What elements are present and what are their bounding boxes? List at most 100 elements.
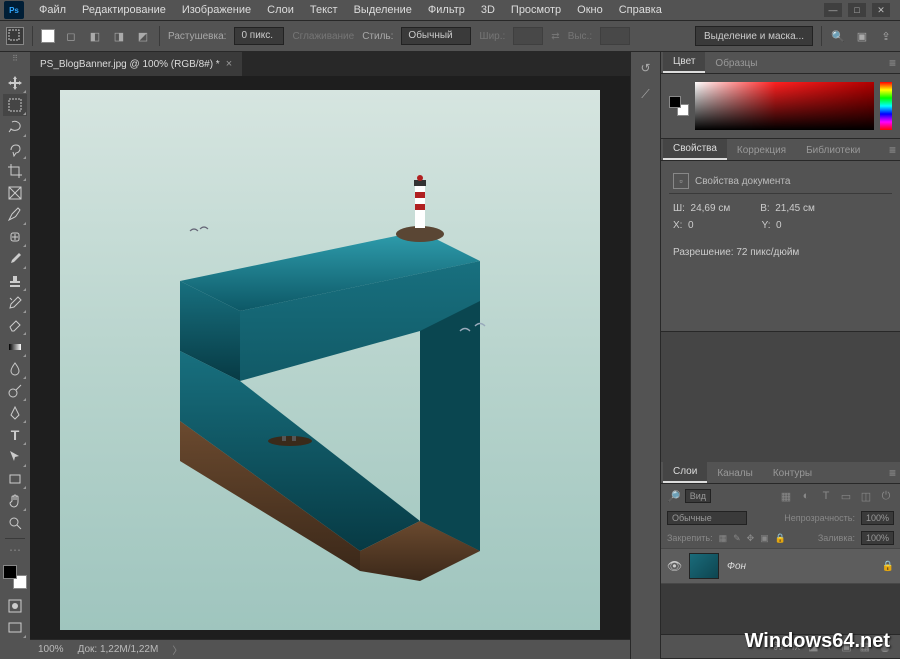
zoom-value[interactable]: 100% xyxy=(38,644,64,655)
filter-toggle-icon[interactable]: ⏻ xyxy=(878,488,894,504)
prop-height-value[interactable]: 21,45 см xyxy=(775,203,815,214)
share-icon[interactable]: ⇪ xyxy=(878,28,894,44)
feather-input[interactable]: 0 пикс. xyxy=(234,27,284,45)
filter-smart-icon[interactable]: ◫ xyxy=(858,488,874,504)
menu-image[interactable]: Изображение xyxy=(175,2,258,18)
close-tab-icon[interactable]: × xyxy=(226,58,232,70)
frame-tool[interactable] xyxy=(3,182,27,204)
intersect-selection-icon[interactable]: ◩ xyxy=(135,28,151,44)
history-panel-icon[interactable]: ↺ xyxy=(634,56,658,80)
menu-layers[interactable]: Слои xyxy=(260,2,301,18)
lock-pixels-icon[interactable]: ▦ xyxy=(719,533,728,544)
quick-select-tool[interactable] xyxy=(3,138,27,160)
eraser-tool[interactable] xyxy=(3,314,27,336)
rectangle-tool[interactable] xyxy=(3,468,27,490)
lock-artboard-icon[interactable]: ▣ xyxy=(760,533,769,544)
menu-view[interactable]: Просмотр xyxy=(504,2,568,18)
marquee-tool[interactable] xyxy=(3,94,27,116)
filter-pixel-icon[interactable]: ▦ xyxy=(778,488,794,504)
style-select[interactable]: Обычный xyxy=(401,27,471,45)
prop-x-value[interactable]: 0 xyxy=(688,220,694,231)
screen-mode-icon[interactable] xyxy=(3,617,27,639)
marquee-fill-icon[interactable] xyxy=(41,29,55,43)
tab-layers[interactable]: Слои xyxy=(663,462,707,483)
brush-presets-icon[interactable]: ⟋ xyxy=(634,82,658,106)
tab-channels[interactable]: Каналы xyxy=(707,464,763,483)
menu-help[interactable]: Справка xyxy=(612,2,669,18)
quick-mask-icon[interactable] xyxy=(3,595,27,617)
prop-width-value[interactable]: 24,69 см xyxy=(691,203,731,214)
lock-position-icon[interactable]: ✥ xyxy=(747,533,755,544)
stamp-tool[interactable] xyxy=(3,270,27,292)
blur-tool[interactable] xyxy=(3,358,27,380)
zoom-tool[interactable] xyxy=(3,512,27,534)
move-tool[interactable] xyxy=(3,72,27,94)
panel-menu-icon[interactable]: ≡ xyxy=(889,143,896,157)
status-menu-icon[interactable]: 〉 xyxy=(172,642,182,657)
layers-empty-area[interactable] xyxy=(661,584,900,634)
filter-kind-icon[interactable]: 🔎 xyxy=(667,490,681,503)
panel-color-swatches[interactable] xyxy=(669,96,689,116)
panel-layout-icon[interactable]: ▣ xyxy=(854,28,870,44)
add-selection-icon[interactable]: ◧ xyxy=(87,28,103,44)
panel-menu-icon[interactable]: ≡ xyxy=(889,56,896,70)
panel-menu-icon[interactable]: ≡ xyxy=(889,466,896,480)
dodge-tool[interactable] xyxy=(3,380,27,402)
menu-select[interactable]: Выделение xyxy=(347,2,419,18)
document-tab[interactable]: PS_BlogBanner.jpg @ 100% (RGB/8#) * × xyxy=(30,52,242,76)
color-field[interactable] xyxy=(695,82,874,130)
layer-row[interactable]: 👁 Фон 🔒 xyxy=(661,548,900,584)
tab-paths[interactable]: Контуры xyxy=(763,464,822,483)
gradient-tool[interactable] xyxy=(3,336,27,358)
blend-mode-select[interactable]: Обычные xyxy=(667,511,747,525)
eyedropper-tool[interactable] xyxy=(3,204,27,226)
hue-slider[interactable] xyxy=(880,82,892,130)
tab-swatches[interactable]: Образцы xyxy=(705,54,767,73)
minimize-button[interactable]: — xyxy=(824,3,842,17)
subtract-selection-icon[interactable]: ◨ xyxy=(111,28,127,44)
prop-res-value[interactable]: 72 пикс/дюйм xyxy=(736,247,799,258)
menu-file[interactable]: Файл xyxy=(32,2,73,18)
edit-toolbar-icon[interactable]: ⋯ xyxy=(3,543,27,557)
opacity-input[interactable]: 100% xyxy=(861,511,894,525)
search-icon[interactable]: 🔍 xyxy=(830,28,846,44)
healing-tool[interactable] xyxy=(3,226,27,248)
history-brush-tool[interactable] xyxy=(3,292,27,314)
tab-adjustments[interactable]: Коррекция xyxy=(727,141,796,160)
canvas[interactable] xyxy=(60,90,600,630)
close-button[interactable]: ✕ xyxy=(872,3,890,17)
menu-3d[interactable]: 3D xyxy=(474,2,502,18)
tab-color[interactable]: Цвет xyxy=(663,52,705,73)
tab-libraries[interactable]: Библиотеки xyxy=(796,141,870,160)
foreground-color[interactable] xyxy=(3,565,17,579)
canvas-viewport[interactable] xyxy=(30,76,630,639)
crop-tool[interactable] xyxy=(3,160,27,182)
prop-y-value[interactable]: 0 xyxy=(776,220,782,231)
lasso-tool[interactable] xyxy=(3,116,27,138)
pen-tool[interactable] xyxy=(3,402,27,424)
menu-window[interactable]: Окно xyxy=(570,2,610,18)
visibility-icon[interactable]: 👁 xyxy=(667,559,681,573)
text-tool[interactable]: T xyxy=(3,424,27,446)
layer-name[interactable]: Фон xyxy=(727,561,874,572)
layer-thumbnail[interactable] xyxy=(689,553,719,579)
hand-tool[interactable] xyxy=(3,490,27,512)
filter-shape-icon[interactable]: ▭ xyxy=(838,488,854,504)
filter-kind-select[interactable]: Вид xyxy=(685,489,711,503)
menu-edit[interactable]: Редактирование xyxy=(75,2,173,18)
path-select-tool[interactable] xyxy=(3,446,27,468)
new-selection-icon[interactable]: ◻ xyxy=(63,28,79,44)
brush-tool[interactable] xyxy=(3,248,27,270)
tool-preset-icon[interactable] xyxy=(6,27,24,45)
panel-grip-icon[interactable]: ⠿ xyxy=(0,54,30,64)
maximize-button[interactable]: □ xyxy=(848,3,866,17)
lock-all-icon[interactable]: 🔒 xyxy=(775,533,786,544)
color-swatches[interactable] xyxy=(3,565,27,589)
filter-adjust-icon[interactable]: ◐ xyxy=(798,488,814,504)
fill-input[interactable]: 100% xyxy=(861,531,894,545)
menu-filter[interactable]: Фильтр xyxy=(421,2,472,18)
tab-properties[interactable]: Свойства xyxy=(663,139,727,160)
menu-text[interactable]: Текст xyxy=(303,2,345,18)
lock-brush-icon[interactable]: ✎ xyxy=(733,533,741,544)
filter-text-icon[interactable]: T xyxy=(818,488,834,504)
